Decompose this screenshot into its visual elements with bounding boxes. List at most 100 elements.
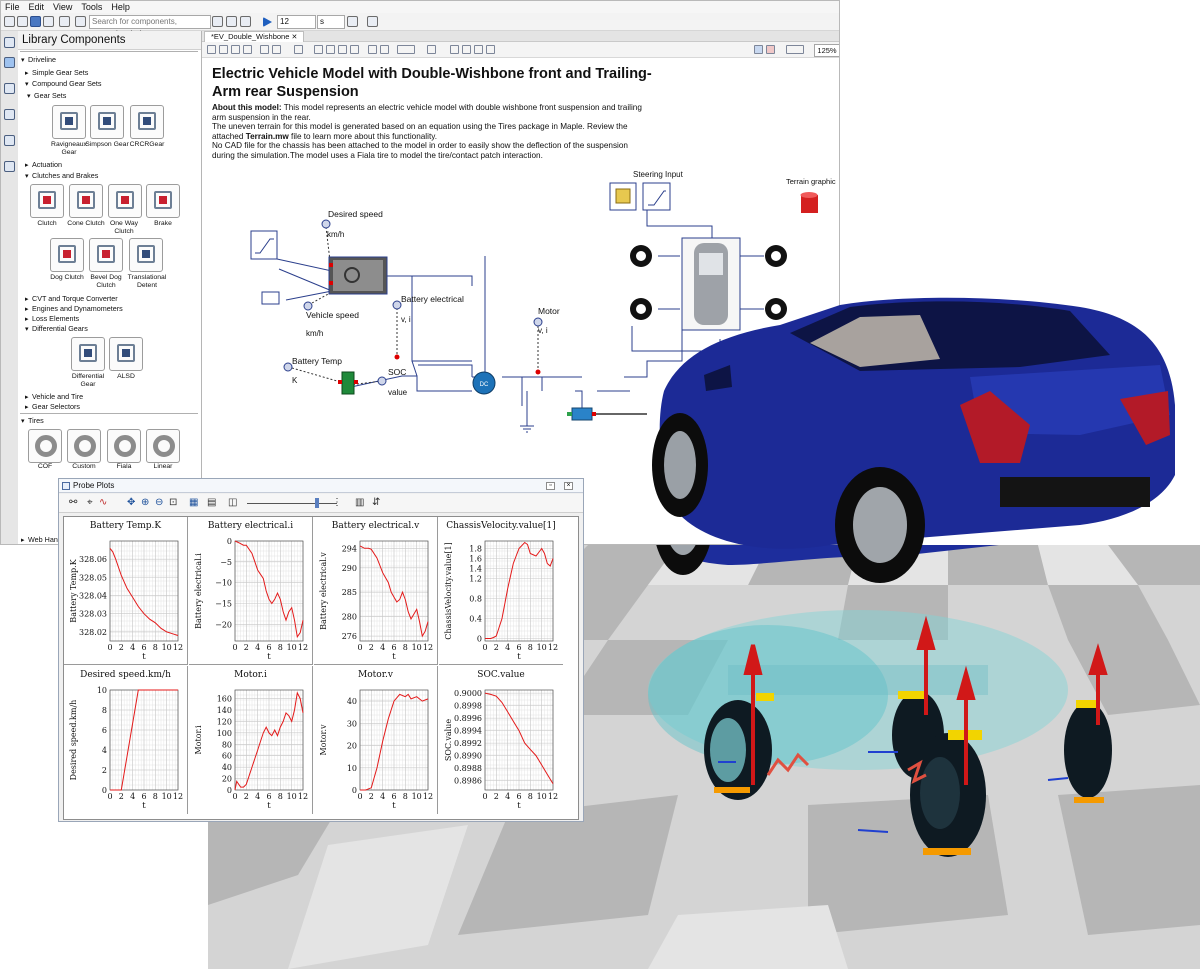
desired-speed-probe-label: Desired speed [328, 209, 383, 219]
ravigneaux-gear-component[interactable] [52, 105, 86, 139]
grid-layout-icon[interactable]: ▦ [189, 498, 198, 508]
bevel-dog-clutch-component[interactable] [89, 238, 123, 272]
parameters-icon[interactable] [226, 16, 237, 27]
y-tick-label: 0.8988 [454, 764, 482, 773]
attachments-icon[interactable] [43, 16, 54, 27]
simpson-gear-component[interactable] [90, 105, 124, 139]
tree-gear-sets[interactable]: ▾ Gear Sets [27, 91, 66, 100]
search-icon[interactable] [4, 83, 15, 94]
custom-tire-component[interactable] [67, 429, 101, 463]
x-tick-label: 4 [130, 792, 135, 801]
probe-plot[interactable]: SOC.value 0 2 4 6 8 10 12 0.8986 0.8988 0.8990 0.89… [439, 666, 563, 814]
probe-plot[interactable]: Desired speed.km/h 0 2 4 6 8 10 12 0 2 4 6 8 10 t Desir… [64, 666, 188, 814]
save-icon[interactable] [30, 16, 41, 27]
probe-plot[interactable]: ChassisVelocity.value[1] 0 2 4 6 8 10 12 0 0.4 0.8… [439, 517, 563, 665]
fit-icon[interactable]: ⇵ [372, 498, 380, 508]
tree-engines[interactable]: ▸ Engines and Dynamometers [25, 304, 123, 313]
menu-view[interactable]: View [49, 1, 77, 12]
tree-vehicle-and-tire[interactable]: ▸ Vehicle and Tire [25, 392, 83, 401]
soc-probe-label: SOC [388, 367, 407, 377]
probe-plot[interactable]: Battery Temp.K 0 2 4 6 8 10 12 328.02 328.03 328.0… [64, 517, 188, 665]
component-label: Brake [154, 220, 172, 227]
zoom-in-icon[interactable]: ⊕ [141, 498, 149, 508]
probe-plot[interactable]: Motor.i 0 2 4 6 8 10 12 0 20 40 60 80 100 120 140 160 t Mo… [189, 666, 313, 814]
probe-plot[interactable]: Battery electrical.i 0 2 4 6 8 10 12 0 −5 −10 −15 −2… [189, 517, 313, 665]
tree-differential-gears[interactable]: ▾ Differential Gears [25, 324, 88, 333]
linear-tire-component[interactable] [146, 429, 180, 463]
lock-icon[interactable] [4, 37, 15, 48]
tree-simple-gear-sets[interactable]: ▸ Simple Gear Sets [25, 68, 88, 77]
tree-compound-gear-sets[interactable]: ▾ Compound Gear Sets [25, 79, 102, 88]
y-tick-label: 0.4 [469, 615, 482, 624]
tree-gear-selectors[interactable]: ▸ Gear Selectors [25, 402, 80, 411]
x-axis-label: t [392, 801, 396, 811]
line-chart: 0 2 4 6 8 10 1200.40.81.21.41.61.8tChassisVelo… [444, 540, 558, 662]
search-input[interactable]: Search for components, examples, help... [89, 15, 211, 38]
zoom-box-icon[interactable]: ⊡ [169, 498, 177, 508]
y-tick-label: 0 [352, 786, 357, 795]
probe-plot[interactable]: Motor.v 0 2 4 6 8 10 12 0 10 20 30 40 t Motor.v [314, 666, 438, 814]
crosshair-icon[interactable]: ⌖ [87, 498, 93, 508]
user-icon[interactable] [75, 16, 86, 27]
window-icon[interactable] [367, 16, 378, 27]
clutch-component[interactable] [30, 184, 64, 218]
grid-icon[interactable] [240, 16, 251, 27]
tree-cvt[interactable]: ▸ CVT and Torque Converter [25, 294, 118, 303]
plot-icon[interactable] [212, 16, 223, 27]
stop-icon[interactable] [347, 16, 358, 27]
tree-tires[interactable]: ▾ Tires [21, 416, 44, 425]
library-icon[interactable] [4, 57, 15, 68]
attachments-icon[interactable] [4, 135, 15, 146]
new-file-icon[interactable] [4, 16, 15, 27]
settings-icon[interactable] [4, 161, 15, 172]
time-slider[interactable] [247, 503, 337, 504]
y-tick-label: 30 [347, 719, 357, 728]
menu-file[interactable]: File [1, 1, 25, 12]
run-simulation-icon[interactable] [263, 17, 272, 27]
marker-icon[interactable]: ◫ [228, 498, 237, 508]
restore-button[interactable]: ▫ [546, 482, 555, 490]
y-axis-label: Battery electrical.i [194, 553, 203, 629]
y-tick-label: 20 [347, 742, 357, 751]
time-slider-handle[interactable] [315, 498, 319, 508]
tree-actuation[interactable]: ▸ Actuation [25, 160, 62, 169]
zoom-out-icon[interactable]: ⊖ [155, 498, 163, 508]
y-tick-label: 0.9000 [454, 689, 482, 698]
open-file-icon[interactable] [17, 16, 28, 27]
y-tick-label: 328.06 [79, 555, 107, 564]
dog-clutch-component[interactable] [50, 238, 84, 272]
model-tree-icon[interactable] [4, 109, 15, 120]
simulation-duration-field[interactable]: 12 [277, 15, 316, 29]
close-button[interactable]: × [564, 482, 573, 490]
alsd-component[interactable] [109, 337, 143, 371]
cone-clutch-component[interactable] [69, 184, 103, 218]
y-tick-label: −10 [215, 579, 232, 588]
fiala-tire-component[interactable] [107, 429, 141, 463]
one-way-clutch-component[interactable] [108, 184, 142, 218]
pan-icon[interactable]: ✥ [127, 498, 135, 508]
y-tick-label: 6 [102, 726, 107, 735]
cof-tire-component[interactable] [28, 429, 62, 463]
differential-gear-component[interactable] [71, 337, 105, 371]
crcrgear-component[interactable] [130, 105, 164, 139]
single-layout-icon[interactable]: ▤ [207, 498, 216, 508]
brake-component[interactable] [146, 184, 180, 218]
menu-help[interactable]: Help [107, 1, 135, 12]
animate-icon[interactable]: ⋮ [332, 498, 342, 508]
tree-clutches-and-brakes[interactable]: ▾ Clutches and Brakes [25, 171, 98, 180]
tree-loss-elements[interactable]: ▸ Loss Elements [25, 314, 79, 323]
plot-title: Desired speed.km/h [80, 670, 171, 680]
help-icon[interactable] [59, 16, 70, 27]
menu-edit[interactable]: Edit [25, 1, 50, 12]
tree-driveline[interactable]: ▾ Driveline [21, 55, 56, 64]
translational-detent-component[interactable] [129, 238, 163, 272]
x-tick-label: 8 [403, 643, 408, 652]
menu-tools[interactable]: Tools [77, 1, 107, 12]
export-icon[interactable]: ▥ [355, 498, 364, 508]
probe-plot[interactable]: Battery electrical.v 0 2 4 6 8 10 12 276 280 285 29… [314, 517, 438, 665]
simulation-unit-select[interactable]: s [317, 15, 345, 29]
motor-probe-label: Motor [538, 306, 560, 316]
curve-style-icon[interactable]: ∿ [99, 498, 107, 508]
link-icon[interactable]: ⚯ [69, 498, 77, 508]
motor-unit: v, i [538, 326, 548, 335]
